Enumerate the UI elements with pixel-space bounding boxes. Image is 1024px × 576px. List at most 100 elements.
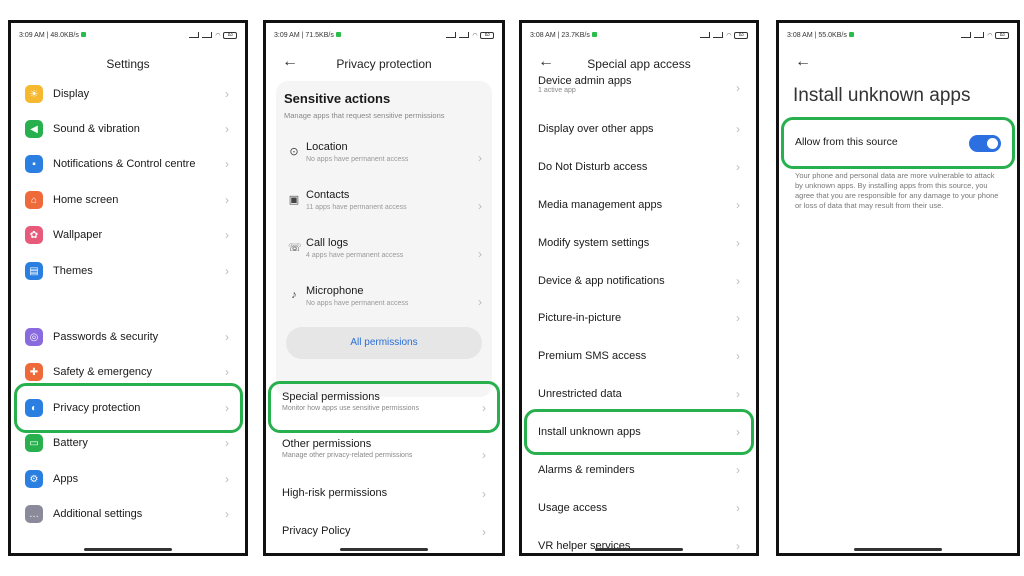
item-usage-access[interactable]: Usage access › [538,497,746,519]
special-app-access-screen: 3:08 AM | 23.7KB/s ◠ 83 ← Special app acc… [519,20,759,556]
settings-item-sound[interactable]: ◀ Sound & vibration › [25,118,235,140]
item-device-admin-apps[interactable]: Device admin apps 1 active app › [538,73,746,103]
home-indicator [340,548,428,551]
highlight-allow-toggle [781,117,1015,169]
signal-icon [974,32,985,38]
item-display-over-apps[interactable]: Display over other apps › [538,118,746,140]
settings-item-home-screen[interactable]: ⌂ Home screen › [25,189,235,211]
notification-icon: ▪ [25,155,43,173]
battery-status-icon: 83 [995,31,1009,39]
more-icon: … [25,505,43,523]
chevron-right-icon: › [225,87,229,101]
battery-icon: ▭ [25,434,43,452]
status-time: 3:08 AM [530,31,556,39]
signal-icon [713,32,724,38]
status-speed: 55.0KB/s [818,31,847,39]
chevron-right-icon: › [225,365,229,379]
warning-text: Your phone and personal data are more vu… [795,171,999,210]
settings-item-additional[interactable]: … Additional settings › [25,503,235,525]
chevron-right-icon: › [478,247,482,261]
item-device-app-notifications[interactable]: Device & app notifications › [538,270,746,292]
status-bar: 3:09 AM | 71.5KB/s ◠ 83 [274,29,494,41]
privacy-policy-item[interactable]: Privacy Policy › [282,525,492,553]
settings-item-wallpaper[interactable]: ✿ Wallpaper › [25,224,235,246]
wallpaper-icon: ✿ [25,226,43,244]
other-permissions-item[interactable]: Other permissions Manage other privacy-r… [282,438,492,472]
highlight-install-unknown-apps [524,409,754,455]
status-speed: 23.7KB/s [561,31,590,39]
chevron-right-icon: › [478,151,482,165]
all-permissions-button[interactable]: All permissions [286,327,482,359]
item-unrestricted-data[interactable]: Unrestricted data › [538,383,746,405]
signal-icon [446,32,457,38]
chevron-right-icon: › [736,539,740,553]
status-time: 3:09 AM [274,31,300,39]
high-risk-permissions-item[interactable]: High-risk permissions › [282,487,492,521]
signal-icon [189,32,200,38]
chevron-right-icon: › [736,463,740,477]
chevron-right-icon: › [736,274,740,288]
home-indicator [854,548,942,551]
perm-location[interactable]: ⊙ Location No apps have permanent access… [284,141,488,175]
item-alarms-reminders[interactable]: Alarms & reminders › [538,459,746,481]
home-icon: ⌂ [25,191,43,209]
item-media-management[interactable]: Media management apps › [538,194,746,216]
chevron-right-icon: › [736,387,740,401]
password-icon: ◎ [25,328,43,346]
chevron-right-icon: › [736,160,740,174]
chevron-right-icon: › [225,122,229,136]
notification-dot-icon [80,32,86,38]
highlight-special-permissions [268,381,500,433]
settings-item-safety[interactable]: ✚ Safety & emergency › [25,361,235,383]
signal-icon [202,32,213,38]
apps-icon: ⚙ [25,470,43,488]
signal-icon [961,32,972,38]
chevron-right-icon: › [736,349,740,363]
back-arrow-icon[interactable]: ← [795,53,811,71]
status-bar: 3:09 AM | 48.0KB/s ◠ 83 [19,29,237,41]
item-picture-in-picture[interactable]: Picture-in-picture › [538,307,746,329]
chevron-right-icon: › [225,193,229,207]
highlight-privacy [14,383,243,433]
settings-item-display[interactable]: ☀ Display › [25,83,235,105]
chevron-right-icon: › [225,436,229,450]
chevron-right-icon: › [225,507,229,521]
page-title: Install unknown apps [793,85,971,106]
chevron-right-icon: › [736,311,740,325]
perm-microphone[interactable]: ♪ Microphone No apps have permanent acce… [284,285,488,319]
item-vr-helper-services[interactable]: VR helper services › [538,535,746,553]
privacy-protection-screen: 3:09 AM | 71.5KB/s ◠ 83 ← Privacy protect… [263,20,505,556]
notification-dot-icon [591,32,597,38]
perm-contacts[interactable]: ▣ Contacts 11 apps have permanent access… [284,189,488,223]
status-speed: 48.0KB/s [50,31,79,39]
perm-call-logs[interactable]: ☏ Call logs 4 apps have permanent access… [284,237,488,271]
microphone-icon: ♪ [291,289,297,301]
chevron-right-icon: › [736,236,740,250]
notification-dot-icon [335,32,341,38]
item-modify-system-settings[interactable]: Modify system settings › [538,232,746,254]
settings-item-passwords[interactable]: ◎ Passwords & security › [25,326,235,348]
chevron-right-icon: › [478,199,482,213]
chevron-right-icon: › [482,487,486,501]
settings-item-notifications[interactable]: ▪ Notifications & Control centre › [25,153,235,175]
settings-item-battery[interactable]: ▭ Battery › [25,432,235,454]
battery-status-icon: 83 [734,31,748,39]
speaker-icon: ◀ [25,120,43,138]
settings-item-themes[interactable]: ▤ Themes › [25,260,235,282]
home-indicator [595,548,683,551]
status-time: 3:09 AM [19,31,45,39]
install-unknown-apps-screen: 3:08 AM | 55.0KB/s ◠ 83 ← Install unknown… [776,20,1020,556]
chevron-right-icon: › [482,448,486,462]
section-subtitle: Manage apps that request sensitive permi… [284,111,445,120]
themes-icon: ▤ [25,262,43,280]
item-do-not-disturb[interactable]: Do Not Disturb access › [538,156,746,178]
section-title: Sensitive actions [284,91,391,106]
status-speed: 71.5KB/s [305,31,334,39]
settings-screen: 3:09 AM | 48.0KB/s ◠ 83 Settings ☀ Display… [8,20,248,556]
chevron-right-icon: › [225,330,229,344]
chevron-right-icon: › [482,525,486,539]
item-premium-sms[interactable]: Premium SMS access › [538,345,746,367]
header: ← Special app access [522,53,756,75]
settings-item-apps[interactable]: ⚙ Apps › [25,468,235,490]
chevron-right-icon: › [478,295,482,309]
